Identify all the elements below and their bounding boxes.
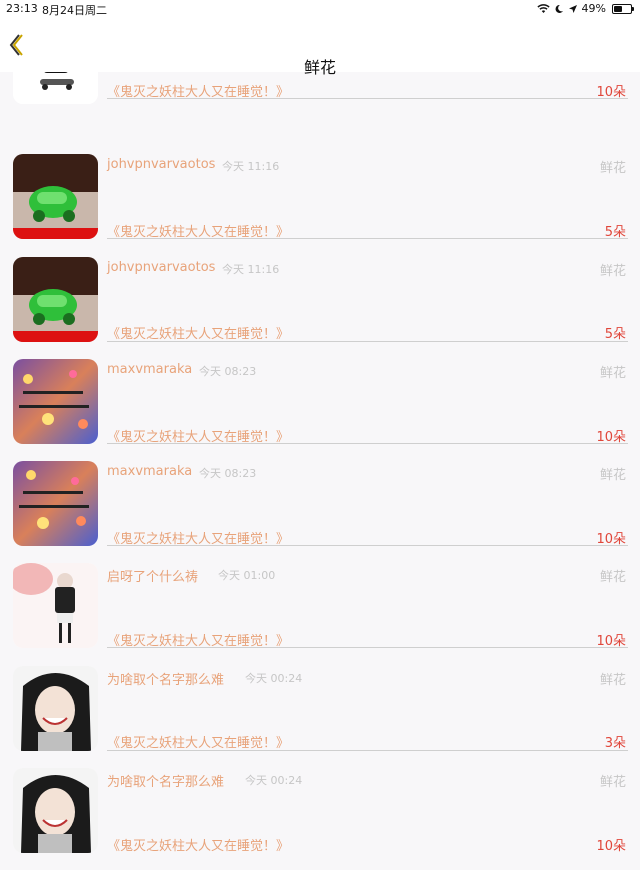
divider: [107, 443, 628, 444]
gift-label: 鲜花: [599, 673, 626, 688]
timestamp: 今天 00:24: [245, 774, 303, 787]
divider: [107, 238, 628, 239]
wifi-icon: [536, 3, 550, 13]
timestamp: 今天 01:00: [218, 569, 276, 582]
list-item[interactable]: 为啥取个名字那么难 今天 00:24 鲜花 《鬼灭之妖柱大人又在睡觉！》 3朵: [0, 666, 640, 768]
timestamp: 今天 00:24: [245, 672, 303, 685]
book-title[interactable]: 《鬼灭之妖柱大人又在睡觉！》: [107, 732, 289, 751]
username[interactable]: 为啥取个名字那么难: [107, 771, 224, 790]
book-title[interactable]: 《鬼灭之妖柱大人又在睡觉！》: [107, 323, 289, 342]
book-title[interactable]: 《鬼灭之妖柱大人又在睡觉！》: [107, 835, 289, 854]
divider: [107, 341, 628, 342]
nav-bar: 鲜花: [0, 18, 640, 77]
divider: [107, 750, 628, 751]
gift-label: 鲜花: [599, 366, 626, 381]
list-item[interactable]: 启呀了个什么祷 今天 01:00 鲜花 《鬼灭之妖柱大人又在睡觉！》 10朵: [0, 563, 640, 665]
avatar: [13, 154, 98, 239]
flower-count: 10朵: [596, 839, 626, 854]
divider: [107, 647, 628, 648]
timestamp: 今天 08:23: [199, 467, 257, 480]
timestamp: 今天 08:23: [199, 365, 257, 378]
avatar: [13, 359, 98, 444]
status-date: 8月24日周二: [42, 4, 107, 17]
username[interactable]: johvpnvarvaotos: [107, 157, 215, 172]
username[interactable]: johvpnvarvaotos: [107, 260, 215, 275]
username[interactable]: maxvmaraka: [107, 362, 192, 377]
avatar: [13, 768, 98, 853]
username[interactable]: 为啥取个名字那么难: [107, 669, 224, 688]
gift-label: 鲜花: [599, 775, 626, 790]
list-item[interactable]: johvpnvarvaotos 今天 11:16 鲜花 《鬼灭之妖柱大人又在睡觉…: [0, 257, 640, 359]
avatar: [13, 257, 98, 342]
list-item[interactable]: maxvmaraka 今天 08:23 鲜花 《鬼灭之妖柱大人又在睡觉！》 10…: [0, 359, 640, 461]
flower-count: 5朵: [604, 327, 626, 342]
list-item[interactable]: 为啥取个名字那么难 今天 00:24 鲜花 《鬼灭之妖柱大人又在睡觉！》 10朵: [0, 768, 640, 870]
timestamp: 今天 11:16: [222, 263, 280, 276]
flower-count: 3朵: [604, 736, 626, 751]
status-bar: 23:13 8月24日周二 49%: [0, 0, 640, 18]
location-arrow-icon: [568, 4, 577, 13]
list-item[interactable]: maxvmaraka 今天 08:23 鲜花 《鬼灭之妖柱大人又在睡觉！》 10…: [0, 461, 640, 563]
battery-icon: [612, 3, 634, 14]
gift-label: 鲜花: [599, 161, 626, 176]
list-item[interactable]: johvpnvarvaotos 今天 11:16 鲜花 《鬼灭之妖柱大人又在睡觉…: [0, 154, 640, 256]
moon-icon: [555, 4, 563, 13]
avatar: [13, 666, 98, 751]
battery-percent: 49%: [581, 2, 606, 15]
username[interactable]: 启呀了个什么祷: [107, 566, 198, 585]
divider: [107, 98, 628, 99]
avatar: [13, 563, 98, 648]
timestamp: 今天 11:16: [222, 160, 280, 173]
divider: [107, 545, 628, 546]
avatar: [13, 461, 98, 546]
gift-label: 鲜花: [599, 468, 626, 483]
page-title: 鲜花: [303, 58, 336, 77]
username[interactable]: maxvmaraka: [107, 464, 192, 479]
gift-label: 鲜花: [599, 264, 626, 279]
status-time: 23:13: [6, 2, 38, 15]
gift-label: 鲜花: [599, 570, 626, 585]
status-right: 49%: [536, 2, 634, 15]
